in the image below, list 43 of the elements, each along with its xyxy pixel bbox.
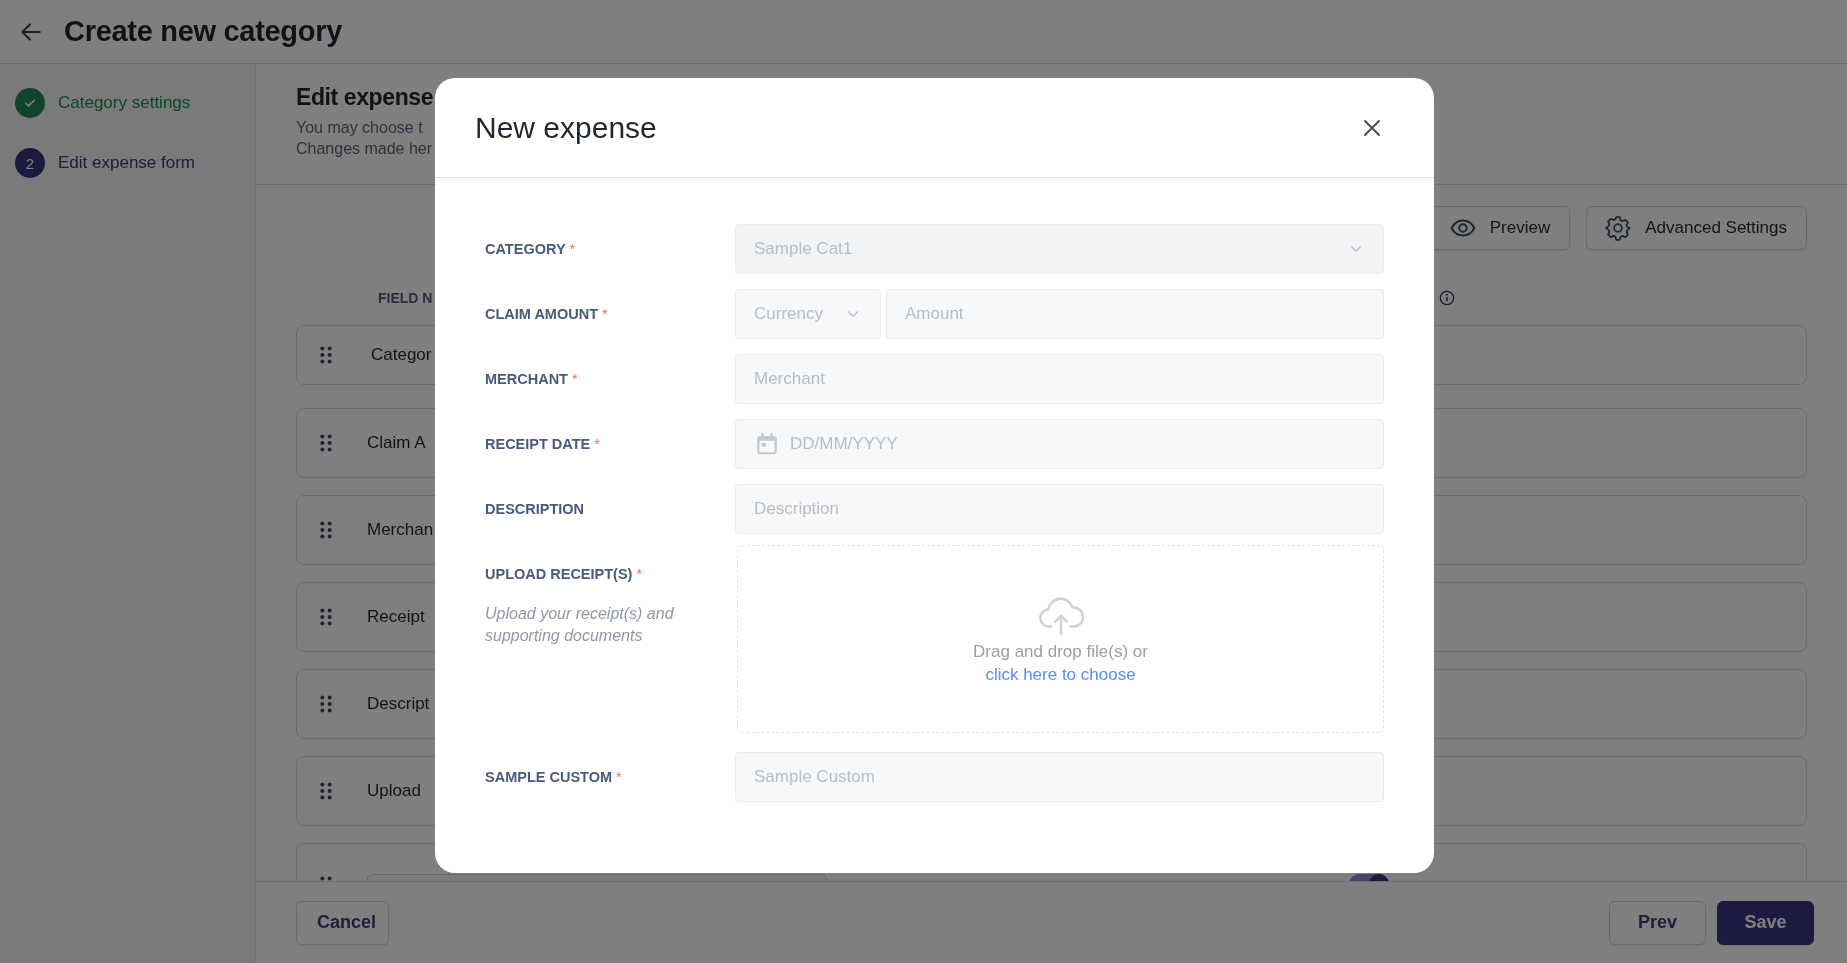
input-field[interactable]: Merchant [735,354,1384,404]
field-name: Receipt [367,607,425,627]
required-asterisk: * [636,566,643,582]
field-name: Upload [367,781,421,801]
field-label: CATEGORY [485,241,566,257]
input-field[interactable]: Description [735,484,1384,534]
calendar-icon [754,431,780,457]
modal-title: New expense [475,110,657,145]
choose-file-link[interactable]: click here to choose [985,663,1136,686]
drop-instructions: Drag and drop file(s) or [973,641,1148,663]
required-asterisk: * [571,371,578,387]
cancel-button[interactable]: Cancel [296,900,389,945]
section-heading: Edit expense [296,84,434,111]
field-name: Merchan [367,520,434,540]
prev-button[interactable]: Prev [1609,900,1706,945]
input-field[interactable]: Sample Custom [735,752,1384,802]
save-button[interactable]: Save [1717,900,1814,945]
field-label: CLAIM AMOUNT [485,306,599,322]
step-label[interactable]: Edit expense form [58,153,195,173]
page-title: Create new category [64,15,342,48]
info-icon [1439,290,1455,306]
column-header: FIELD N [378,290,433,306]
field-label: SAMPLE CUSTOM [485,769,613,785]
description-text: Changes made her [296,139,433,159]
file-drop-zone[interactable]: Drag and drop file(s) or click here to choose [737,545,1384,733]
upload-hint: Upload your receipt(s) and supporting documents [485,604,675,646]
settings-button[interactable]: Advanced Settings [1586,206,1807,250]
required-asterisk: * [569,241,576,257]
field-label: MERCHANT [485,371,568,387]
field-label: UPLOAD RECEIPT(S) [485,566,633,582]
amount-field[interactable]: Amount [886,289,1384,339]
settings-icon [1605,215,1632,241]
required-asterisk: * [616,769,622,785]
field-name: Claim A [367,433,426,453]
field-label: DESCRIPTION [485,501,585,517]
step-marker: 2 [15,148,45,178]
field-name: Categor [371,345,432,365]
description-text: You may choose t [296,118,423,138]
field-label: RECEIPT DATE [485,436,591,452]
required-asterisk: * [594,436,600,452]
step-label[interactable]: Category settings [58,93,191,113]
required-asterisk: * [602,306,608,322]
field-name: Descript [367,694,430,714]
